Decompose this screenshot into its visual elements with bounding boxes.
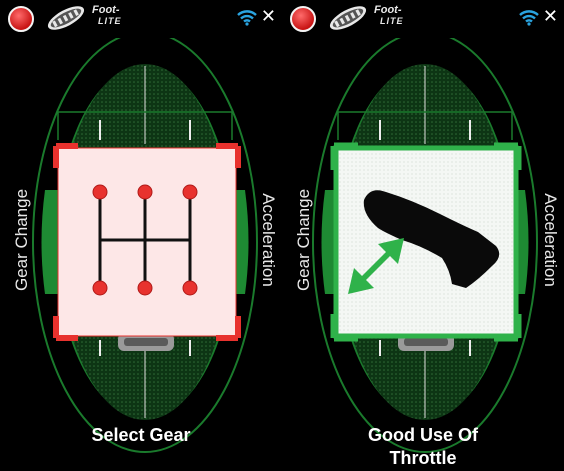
caption-throttle: Good Use Of Throttle <box>282 424 564 470</box>
brand-line2: LITE <box>380 16 404 26</box>
close-icon[interactable]: ✕ <box>261 6 276 26</box>
card-select-gear[interactable] <box>57 147 237 337</box>
wifi-icon <box>237 10 257 26</box>
track-scene <box>312 38 538 453</box>
gear-change-label: Gear Change <box>294 188 313 292</box>
app-logo-icon[interactable] <box>290 6 316 32</box>
app-logo-icon[interactable] <box>8 6 34 32</box>
status-bar: Foot- LITE ✕ <box>282 0 564 38</box>
left-band <box>41 190 58 294</box>
track-scene <box>32 38 258 453</box>
brand-line1: Foot- <box>92 4 120 16</box>
caption-select-gear: Select Gear <box>0 424 282 447</box>
wifi-icon <box>519 10 539 26</box>
caption-line2: Throttle <box>389 448 457 468</box>
screen-select-gear: Foot- LITE ✕ Gear Change Acceleration Se… <box>0 0 282 471</box>
brand-line2: LITE <box>98 16 122 26</box>
caption-line1: Good Use Of <box>367 425 478 445</box>
brand-line1: Foot- <box>374 4 402 16</box>
brand-name: Foot- LITE <box>92 5 122 27</box>
acceleration-label: Acceleration <box>541 193 560 287</box>
caption-line1: Select Gear <box>91 425 191 445</box>
acceleration-label: Acceleration <box>259 193 278 287</box>
close-icon[interactable]: ✕ <box>543 6 558 26</box>
status-bar: Foot- LITE ✕ <box>0 0 282 38</box>
brand-name: Foot- LITE <box>374 5 404 27</box>
gear-change-label: Gear Change <box>12 188 31 292</box>
screen-throttle: Foot- LITE ✕ Gear Change Acceleration Go… <box>282 0 564 471</box>
